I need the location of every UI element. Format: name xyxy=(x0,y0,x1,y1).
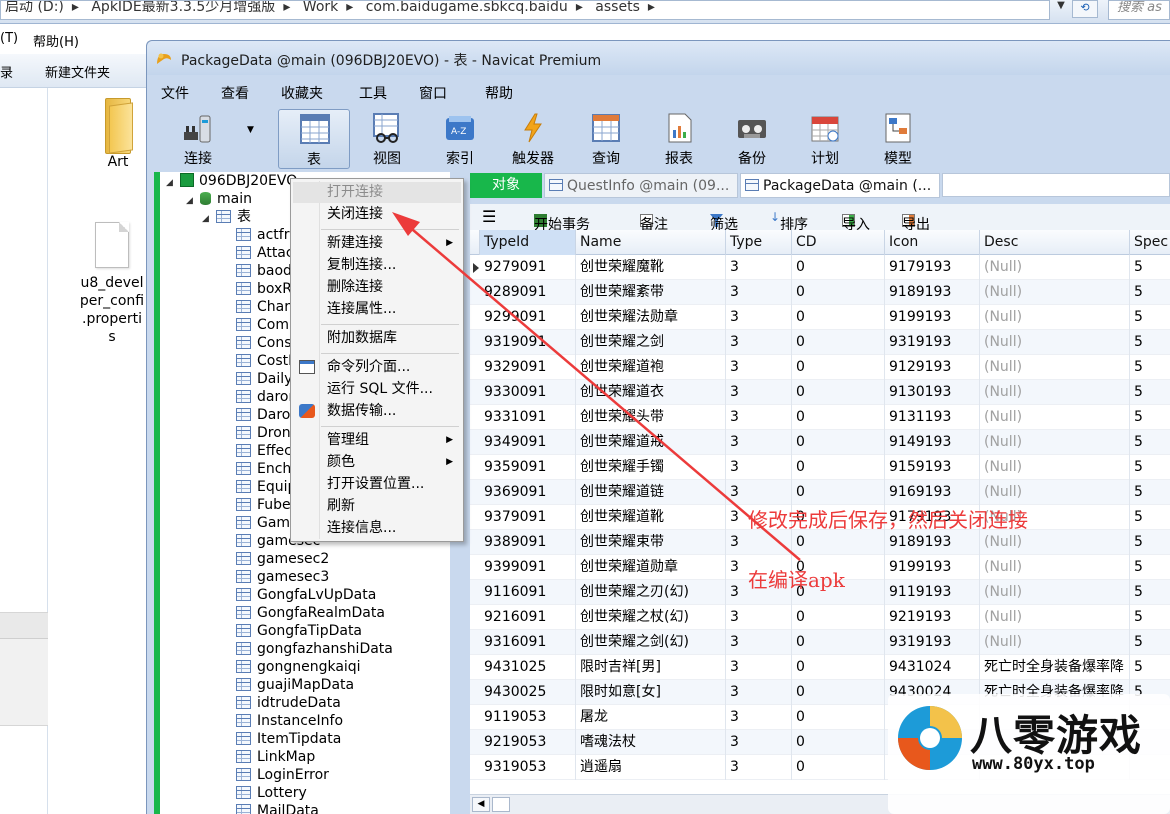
watermark: 八零游戏 www.80yx.top xyxy=(888,694,1170,814)
annotation-text-compile: 在编译apk xyxy=(748,568,845,592)
annotation-arrow xyxy=(392,212,801,561)
swirl-logo-icon xyxy=(898,706,962,770)
annotation-text-save-close: 修改完成后保存，然后关闭连接 xyxy=(748,508,1028,532)
watermark-url: www.80yx.top xyxy=(972,754,1095,774)
